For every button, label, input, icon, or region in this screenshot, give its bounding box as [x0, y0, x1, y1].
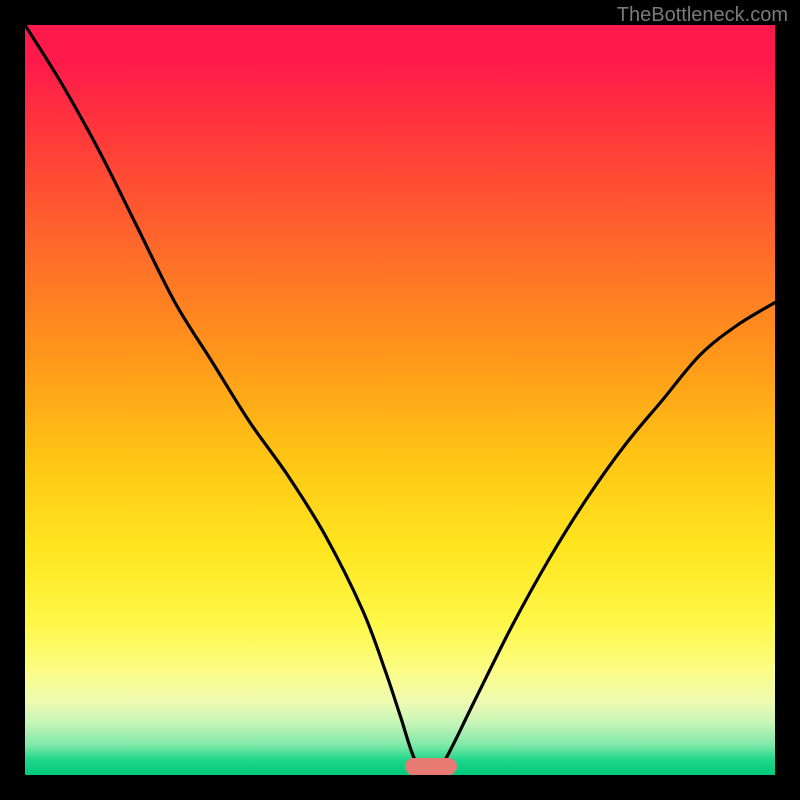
optimum-marker: [405, 758, 457, 775]
watermark-text: TheBottleneck.com: [617, 4, 788, 27]
bottleneck-curve: [25, 25, 775, 775]
chart-frame: TheBottleneck.com: [0, 0, 800, 800]
plot-area: [25, 25, 775, 775]
